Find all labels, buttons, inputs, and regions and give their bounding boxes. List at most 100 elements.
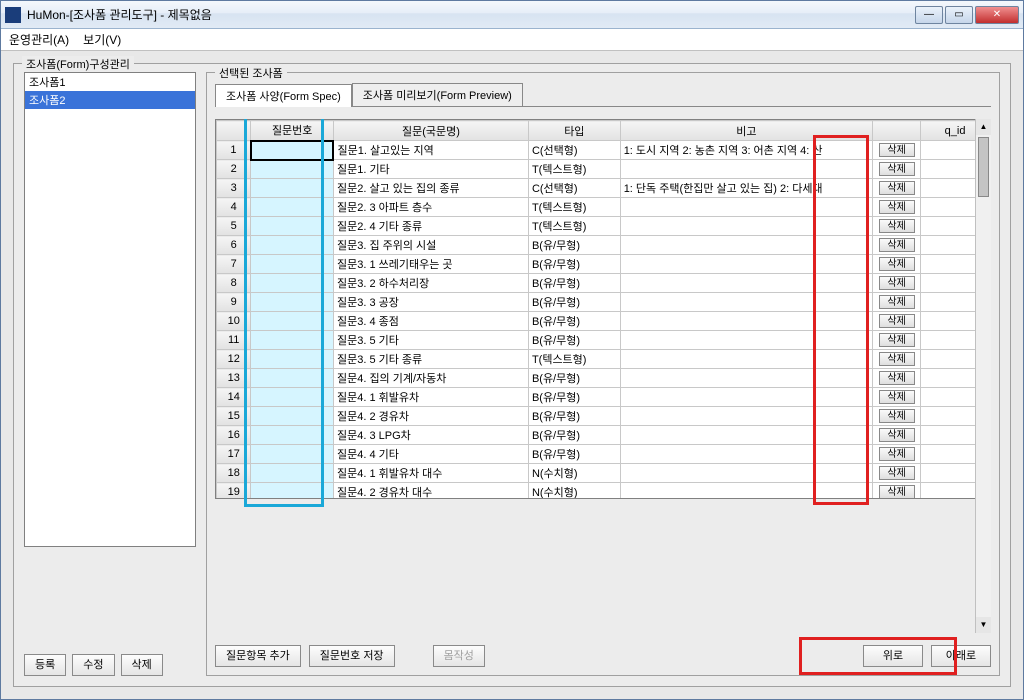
close-button[interactable]: ✕ xyxy=(975,6,1019,24)
cell-type[interactable]: B(유/무형) xyxy=(528,312,620,331)
cell-type[interactable]: B(유/무형) xyxy=(528,445,620,464)
row-header[interactable]: 11 xyxy=(217,331,251,350)
cell-type[interactable]: B(유/무형) xyxy=(528,255,620,274)
cell-qno[interactable] xyxy=(251,483,334,500)
cell-qno[interactable] xyxy=(251,236,334,255)
col-header-remark[interactable]: 비고 xyxy=(620,121,872,141)
cell-qno[interactable] xyxy=(251,426,334,445)
table-row[interactable]: 13질문4. 집의 기계/자동차B(유/무형)삭제 xyxy=(217,369,990,388)
cell-qno[interactable] xyxy=(251,179,334,198)
tab-form-spec[interactable]: 조사폼 사양(Form Spec) xyxy=(215,84,352,107)
table-row[interactable]: 7질문3. 1 쓰레기태우는 곳B(유/무형)삭제 xyxy=(217,255,990,274)
cell-type[interactable]: T(텍스트형) xyxy=(528,217,620,236)
table-row[interactable]: 3질문2. 살고 있는 집의 종류C(선택형)1: 단독 주택(한집만 살고 있… xyxy=(217,179,990,198)
cell-qname[interactable]: 질문4. 2 경유차 대수 xyxy=(333,483,528,500)
cell-qname[interactable]: 질문3. 2 하수처리장 xyxy=(333,274,528,293)
row-header[interactable]: 1 xyxy=(217,141,251,160)
table-row[interactable]: 15질문4. 2 경유차B(유/무형)삭제 xyxy=(217,407,990,426)
row-header[interactable]: 16 xyxy=(217,426,251,445)
move-down-button[interactable]: 아래로 xyxy=(931,645,991,667)
cell-type[interactable]: B(유/무형) xyxy=(528,293,620,312)
save-qno-button[interactable]: 질문번호 저장 xyxy=(309,645,395,667)
list-item[interactable]: 조사폼1 xyxy=(25,73,195,91)
cell-remark[interactable] xyxy=(620,407,872,426)
cell-qno[interactable] xyxy=(251,160,334,179)
table-row[interactable]: 9질문3. 3 공장B(유/무형)삭제 xyxy=(217,293,990,312)
cell-type[interactable]: N(수치형) xyxy=(528,464,620,483)
cell-remark[interactable] xyxy=(620,369,872,388)
table-row[interactable]: 2질문1. 기타T(텍스트형)삭제 xyxy=(217,160,990,179)
cell-type[interactable]: C(선택형) xyxy=(528,141,620,160)
table-row[interactable]: 4질문2. 3 아파트 층수T(텍스트형)삭제 xyxy=(217,198,990,217)
row-header[interactable]: 19 xyxy=(217,483,251,500)
cell-type[interactable]: C(선택형) xyxy=(528,179,620,198)
cell-qname[interactable]: 질문3. 집 주위의 시설 xyxy=(333,236,528,255)
cell-qname[interactable]: 질문4. 4 기타 xyxy=(333,445,528,464)
cell-qname[interactable]: 질문2. 4 기타 종류 xyxy=(333,217,528,236)
menu-operation[interactable]: 운영관리(A) xyxy=(9,31,69,48)
row-delete-button[interactable]: 삭제 xyxy=(879,352,915,366)
row-header[interactable]: 12 xyxy=(217,350,251,369)
row-delete-button[interactable]: 삭제 xyxy=(879,143,915,157)
table-row[interactable]: 11질문3. 5 기타B(유/무형)삭제 xyxy=(217,331,990,350)
grid-vscrollbar[interactable]: ▲ ▼ xyxy=(975,119,991,499)
cell-qname[interactable]: 질문4. 2 경유차 xyxy=(333,407,528,426)
row-header[interactable]: 4 xyxy=(217,198,251,217)
row-delete-button[interactable]: 삭제 xyxy=(879,276,915,290)
cell-remark[interactable] xyxy=(620,255,872,274)
row-header[interactable]: 14 xyxy=(217,388,251,407)
row-delete-button[interactable]: 삭제 xyxy=(879,238,915,252)
menu-view[interactable]: 보기(V) xyxy=(83,31,121,48)
cell-qno[interactable] xyxy=(251,350,334,369)
scroll-up-icon[interactable]: ▲ xyxy=(976,119,991,135)
cell-qno[interactable] xyxy=(251,369,334,388)
table-row[interactable]: 10질문3. 4 종점B(유/무형)삭제 xyxy=(217,312,990,331)
row-delete-button[interactable]: 삭제 xyxy=(879,181,915,195)
cell-remark[interactable] xyxy=(620,483,872,500)
row-delete-button[interactable]: 삭제 xyxy=(879,257,915,271)
cell-type[interactable]: N(수치형) xyxy=(528,483,620,500)
cell-type[interactable]: T(텍스트형) xyxy=(528,350,620,369)
table-row[interactable]: 6질문3. 집 주위의 시설B(유/무형)삭제 xyxy=(217,236,990,255)
table-row[interactable]: 19질문4. 2 경유차 대수N(수치형)삭제 xyxy=(217,483,990,500)
cell-qname[interactable]: 질문2. 살고 있는 집의 종류 xyxy=(333,179,528,198)
cell-remark[interactable] xyxy=(620,445,872,464)
cell-remark[interactable] xyxy=(620,198,872,217)
cell-qno[interactable] xyxy=(251,141,334,160)
row-delete-button[interactable]: 삭제 xyxy=(879,333,915,347)
cell-type[interactable]: B(유/무형) xyxy=(528,236,620,255)
cell-qname[interactable]: 질문1. 기타 xyxy=(333,160,528,179)
tab-form-preview[interactable]: 조사폼 미리보기(Form Preview) xyxy=(352,83,523,106)
table-row[interactable]: 17질문4. 4 기타B(유/무형)삭제 xyxy=(217,445,990,464)
forms-listbox[interactable]: 조사폼1조사폼2 xyxy=(24,72,196,547)
cell-remark[interactable] xyxy=(620,236,872,255)
row-delete-button[interactable]: 삭제 xyxy=(879,295,915,309)
cell-qname[interactable]: 질문1. 살고있는 지역 xyxy=(333,141,528,160)
cell-remark[interactable]: 1: 단독 주택(한집만 살고 있는 집) 2: 다세대 xyxy=(620,179,872,198)
maximize-button[interactable]: ▭ xyxy=(945,6,973,24)
row-delete-button[interactable]: 삭제 xyxy=(879,162,915,176)
cell-qname[interactable]: 질문3. 5 기타 xyxy=(333,331,528,350)
row-delete-button[interactable]: 삭제 xyxy=(879,409,915,423)
row-header[interactable]: 18 xyxy=(217,464,251,483)
add-question-button[interactable]: 질문항목 추가 xyxy=(215,645,301,667)
cell-remark[interactable] xyxy=(620,350,872,369)
table-row[interactable]: 16질문4. 3 LPG차B(유/무형)삭제 xyxy=(217,426,990,445)
table-row[interactable]: 8질문3. 2 하수처리장B(유/무형)삭제 xyxy=(217,274,990,293)
row-delete-button[interactable]: 삭제 xyxy=(879,219,915,233)
cell-type[interactable]: B(유/무형) xyxy=(528,426,620,445)
scroll-thumb[interactable] xyxy=(978,137,989,197)
cell-type[interactable]: T(텍스트형) xyxy=(528,160,620,179)
row-delete-button[interactable]: 삭제 xyxy=(879,200,915,214)
table-row[interactable]: 14질문4. 1 휘발유차B(유/무형)삭제 xyxy=(217,388,990,407)
cell-qno[interactable] xyxy=(251,293,334,312)
row-delete-button[interactable]: 삭제 xyxy=(879,466,915,480)
row-delete-button[interactable]: 삭제 xyxy=(879,447,915,461)
delete-button[interactable]: 삭제 xyxy=(121,654,163,676)
cell-qno[interactable] xyxy=(251,217,334,236)
col-header-qname[interactable]: 질문(국문명) xyxy=(333,121,528,141)
cell-remark[interactable]: 1: 도시 지역 2: 농촌 지역 3: 어촌 지역 4: 산 xyxy=(620,141,872,160)
cell-qname[interactable]: 질문2. 3 아파트 층수 xyxy=(333,198,528,217)
cell-qno[interactable] xyxy=(251,388,334,407)
cell-qno[interactable] xyxy=(251,198,334,217)
